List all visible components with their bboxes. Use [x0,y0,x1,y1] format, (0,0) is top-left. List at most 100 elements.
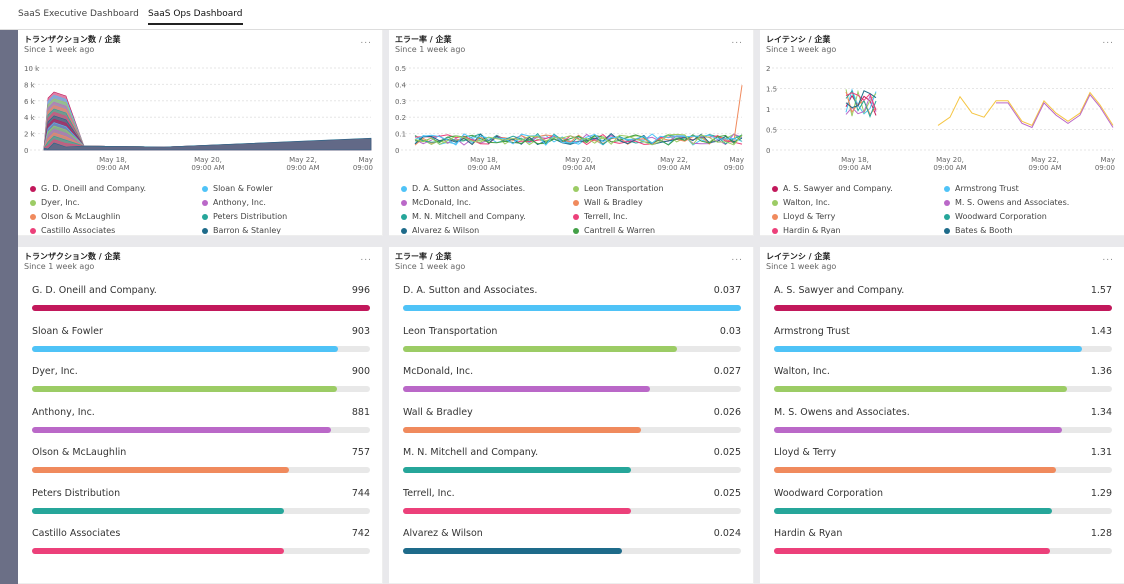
bar-track [403,507,741,514]
legend-item[interactable]: Walton, Inc. [772,198,830,207]
panel-menu-button[interactable]: ... [731,36,743,46]
y-tick-label: 0.2 [395,114,406,122]
legend-item[interactable]: G. D. Oneill and Company. [30,184,146,193]
chart-legend: D. A. Sutton and Associates. Leon Transpo… [401,184,741,234]
y-tick-label: 10 k [24,65,40,73]
legend-label: McDonald, Inc. [412,198,472,207]
bar-fill [32,305,370,311]
legend-item[interactable]: Barron & Stanley [202,226,281,234]
legend-item[interactable]: Woodward Corporation [944,212,1047,221]
y-tick-label: 0.5 [766,127,777,135]
legend-item[interactable]: Hardin & Ryan [772,226,841,234]
bar-value: 881 [351,406,370,418]
y-tick-label: 0.4 [395,81,407,89]
legend-item[interactable]: Terrell, Inc. [573,212,628,221]
legend-label: Peters Distribution [213,212,288,221]
legend-color-dot [202,213,208,220]
legend-item[interactable]: Sloan & Fowler [202,184,273,193]
bar-label: Woodward Corporation [774,487,883,499]
line-chart: 21.510.50May 18,09:00 AMMay 20,09:00 AMM… [766,65,1115,172]
bar-track [32,548,370,554]
legend-label: Alvarez & Wilson [412,226,480,234]
tab-saas-executive-dashboard[interactable]: SaaS Executive Dashboard [18,9,139,19]
x-tick-label: 09:00 AM [96,164,129,172]
bar-row[interactable]: Woodward Corporation 1.29 [774,488,1112,528]
bar-value: 0.025 [713,447,741,458]
legend-item[interactable]: A. S. Sawyer and Company. [772,184,893,193]
y-tick-label: 0.1 [395,131,406,139]
line-chart: 0.50.40.30.20.10May 18,09:00 AMMay 20,09… [395,65,744,172]
bar-row[interactable]: D. A. Sutton and Associates. 0.037 [403,285,741,325]
bar-row[interactable]: Hardin & Ryan 1.28 [774,528,1112,568]
panel-menu-button[interactable]: ... [1102,253,1114,263]
panel-menu-button[interactable]: ... [1102,36,1114,46]
legend-color-dot [202,227,208,234]
series-area [43,137,372,151]
bar-fill [774,507,1052,514]
legend-item[interactable]: M. S. Owens and Associates. [944,198,1069,207]
x-tick-label: 09:00 [353,164,373,172]
bar-row[interactable]: Castillo Associates 742 [32,528,370,568]
legend-label: Terrell, Inc. [584,212,628,221]
bar-row[interactable]: Wall & Bradley 0.026 [403,407,741,447]
legend-color-dot [772,185,778,192]
bar-row[interactable]: Olson & McLaughlin 757 [32,447,370,487]
legend-item[interactable]: Leon Transportation [573,184,664,193]
legend-color-dot [401,185,407,192]
legend-item[interactable]: M. N. Mitchell and Company. [401,212,526,221]
legend-item[interactable]: Alvarez & Wilson [401,226,479,234]
bar-value: 0.024 [713,528,741,539]
tab-saas-ops-dashboard[interactable]: SaaS Ops Dashboard [148,9,243,25]
legend-color-dot [944,199,950,206]
legend-item[interactable]: Lloyd & Terry [772,212,835,221]
bar-row[interactable]: M. S. Owens and Associates. 1.34 [774,407,1112,447]
legend-item[interactable]: Peters Distribution [202,212,287,221]
legend-item[interactable]: Dyer, Inc. [30,198,80,207]
legend-item[interactable]: McDonald, Inc. [401,198,471,207]
legend-label: Sloan & Fowler [213,184,273,193]
legend-item[interactable]: Anthony, Inc. [202,198,266,207]
bar-row[interactable]: Walton, Inc. 1.36 [774,366,1112,406]
bar-row[interactable]: Lloyd & Terry 1.31 [774,447,1112,487]
bar-value: 1.31 [1090,447,1112,458]
panel-title: レイテンシ / 企業 [766,35,831,44]
bar-row[interactable]: Terrell, Inc. 0.025 [403,488,741,528]
x-tick-label: May 18, [841,156,869,164]
legend-item[interactable]: Armstrong Trust [944,184,1019,193]
bar-row[interactable]: Sloan & Fowler 903 [32,326,370,366]
bar-label: Hardin & Ryan [774,528,843,539]
panel-menu-button[interactable]: ... [360,36,372,46]
bar-row[interactable]: McDonald, Inc. 0.027 [403,366,741,406]
bar-track [32,345,370,352]
legend-item[interactable]: Wall & Bradley [573,198,643,207]
legend-item[interactable]: Bates & Booth [944,226,1012,234]
legend-item[interactable]: Castillo Associates [30,226,115,234]
bar-list-panel: エラー率 / 企業 Since 1 week ago... D. A. Sutton… [389,247,754,584]
legend-item[interactable]: Olson & McLaughlin [30,212,120,221]
bar-row[interactable]: M. N. Mitchell and Company. 0.025 [403,447,741,487]
legend-label: Anthony, Inc. [213,198,266,207]
bar-row[interactable]: Alvarez & Wilson 0.024 [403,528,741,568]
bar-value: 903 [351,325,370,337]
bar-row[interactable]: Leon Transportation 0.03 [403,326,741,366]
bar-row[interactable]: Armstrong Trust 1.43 [774,326,1112,366]
bar-row[interactable]: A. S. Sawyer and Company. 1.57 [774,285,1112,325]
legend-label: A. S. Sawyer and Company. [783,184,893,193]
bar-row[interactable]: Dyer, Inc. 900 [32,366,370,406]
panel-menu-button[interactable]: ... [731,253,743,263]
bar-fill [774,305,1112,311]
bar-value: 0.027 [713,366,741,377]
legend-item[interactable]: D. A. Sutton and Associates. [401,184,525,193]
bar-row[interactable]: Peters Distribution 744 [32,488,370,528]
bar-row[interactable]: Anthony, Inc. 881 [32,407,370,447]
bar-track [774,305,1112,311]
bar-row[interactable]: G. D. Oneill and Company. 996 [32,285,370,325]
y-tick-label: 1.5 [766,86,777,94]
bar-label: M. N. Mitchell and Company. [403,447,539,458]
x-tick-label: 09:00 [724,164,744,172]
panel-menu-button[interactable]: ... [360,253,372,263]
legend-item[interactable]: Cantrell & Warren [573,226,655,234]
y-tick-label: 0.3 [395,98,406,106]
line-chart: 10 k8 k6 k4 k2 k0May 18,09:00 AMMay 20,0… [24,65,373,172]
legend-label: Castillo Associates [41,226,116,234]
